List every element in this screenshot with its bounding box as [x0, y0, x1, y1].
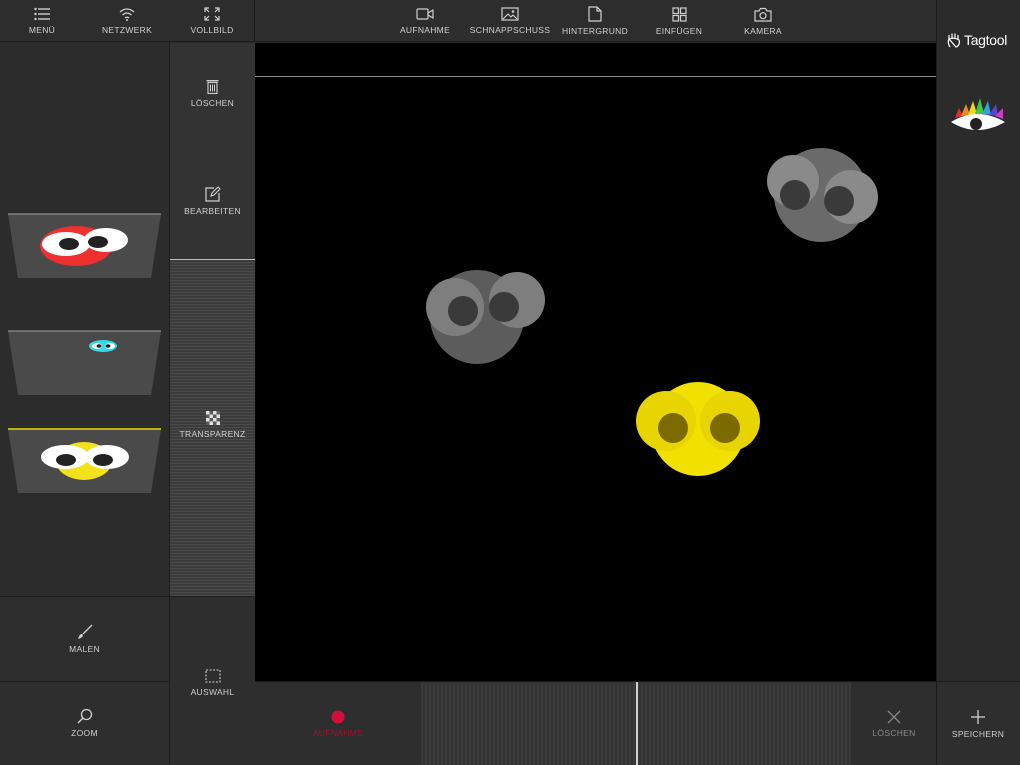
top-toolbar: AUFNAHME SCHNAPPSCHUSS HINTERGRUND EINFÜ…	[255, 0, 936, 42]
zoom-button[interactable]: ZOOM	[0, 701, 169, 745]
fullscreen-icon	[204, 7, 220, 21]
fullscreen-label: VOLLBILD	[190, 25, 234, 35]
select-button[interactable]: AUSWAHL	[170, 661, 255, 705]
camera-button[interactable]: KAMERA	[733, 4, 793, 38]
hand-icon	[947, 33, 960, 48]
background-button[interactable]: HINTERGRUND	[559, 4, 631, 38]
record-video-label: AUFNAHME	[399, 25, 451, 35]
delete-recording-button[interactable]: LÖSCHEN	[859, 704, 929, 744]
search-icon	[77, 708, 92, 724]
canvas-drawing	[426, 148, 878, 476]
image-icon	[501, 7, 519, 21]
background-label: HINTERGRUND	[561, 26, 629, 36]
snapshot-button[interactable]: SCHNAPPSCHUSS	[469, 4, 551, 38]
layer-yellow-selected[interactable]	[8, 428, 161, 494]
camera-icon	[754, 7, 772, 22]
brush-icon	[77, 624, 92, 639]
layer-cyan[interactable]	[8, 330, 161, 396]
grid-icon	[671, 6, 687, 22]
selection-icon	[204, 669, 221, 683]
drawing-canvas[interactable]	[255, 77, 936, 681]
close-icon	[887, 710, 901, 724]
transparency-button[interactable]: TRANSPARENZ	[170, 405, 255, 445]
tagtool-logo: Tagtool	[947, 30, 1019, 50]
network-label: NETZWERK	[101, 25, 153, 35]
right-panel: Tagtool	[936, 0, 1020, 681]
delete-recording-label: LÖSCHEN	[872, 728, 916, 738]
record-dot-icon	[331, 710, 345, 724]
video-camera-icon	[416, 8, 434, 20]
divider	[0, 681, 170, 682]
layer-thumbnail	[8, 330, 161, 395]
save-label: SPEICHERN	[951, 729, 1005, 739]
insert-button[interactable]: EINFÜGEN	[647, 4, 711, 38]
save-button[interactable]: SPEICHERN	[941, 704, 1015, 744]
rainbow-eye-icon	[951, 98, 1005, 130]
layers-panel	[0, 43, 170, 596]
yellow-creature[interactable]	[636, 382, 760, 476]
wifi-icon	[119, 8, 135, 21]
paint-label: MALEN	[69, 644, 100, 654]
edit-layer-button[interactable]: BEARBEITEN	[170, 181, 255, 221]
snapshot-label: SCHNAPPSCHUSS	[469, 25, 551, 35]
top-toolbar-left: MENÜ NETZWERK VOLLBILD	[0, 0, 255, 42]
zoom-label: ZOOM	[71, 728, 98, 738]
network-button[interactable]: NETZWERK	[96, 4, 158, 38]
fullscreen-button[interactable]: VOLLBILD	[182, 4, 242, 38]
bottom-left-tools: MALEN AUSWAHL ZOOM	[0, 596, 255, 765]
layer-thumbnail	[8, 213, 161, 278]
timeline-playhead[interactable]	[636, 682, 638, 765]
delete-layer-label: LÖSCHEN	[190, 97, 235, 108]
delete-layer-button[interactable]: LÖSCHEN	[170, 73, 255, 113]
layer-thumbnail	[8, 428, 161, 493]
record-video-button[interactable]: AUFNAHME	[393, 4, 457, 38]
transparency-label: TRANSPARENZ	[179, 429, 246, 439]
brand-name: Tagtool	[964, 32, 1008, 48]
edit-layer-label: BEARBEITEN	[184, 206, 241, 216]
canvas-header-strip	[255, 43, 936, 76]
insert-label: EINFÜGEN	[655, 25, 703, 36]
menu-label: MENÜ	[28, 25, 56, 35]
record-label: AUFNAHME	[312, 728, 364, 738]
camera-label: KAMERA	[744, 25, 782, 36]
bottom-toolbar: AUFNAHME LÖSCHEN SPEICHERN	[255, 681, 1020, 765]
gray-creature-top[interactable]	[767, 148, 878, 242]
paint-button[interactable]: MALEN	[0, 617, 169, 661]
record-button[interactable]: AUFNAHME	[295, 704, 381, 744]
divider	[936, 682, 937, 765]
trash-icon	[206, 79, 219, 94]
checkerboard-icon	[205, 411, 220, 425]
plus-icon	[971, 710, 985, 724]
select-label: AUSWAHL	[190, 687, 235, 697]
layer-tools-panel: LÖSCHEN BEARBEITEN TRANSPARENZ	[170, 43, 255, 596]
eye-logo[interactable]	[949, 96, 1009, 138]
edit-icon	[204, 186, 221, 202]
menu-icon	[34, 7, 50, 21]
layer-red[interactable]	[8, 213, 161, 279]
menu-button[interactable]: MENÜ	[12, 4, 72, 38]
gray-creature-middle[interactable]	[426, 270, 545, 364]
document-icon	[588, 6, 602, 22]
